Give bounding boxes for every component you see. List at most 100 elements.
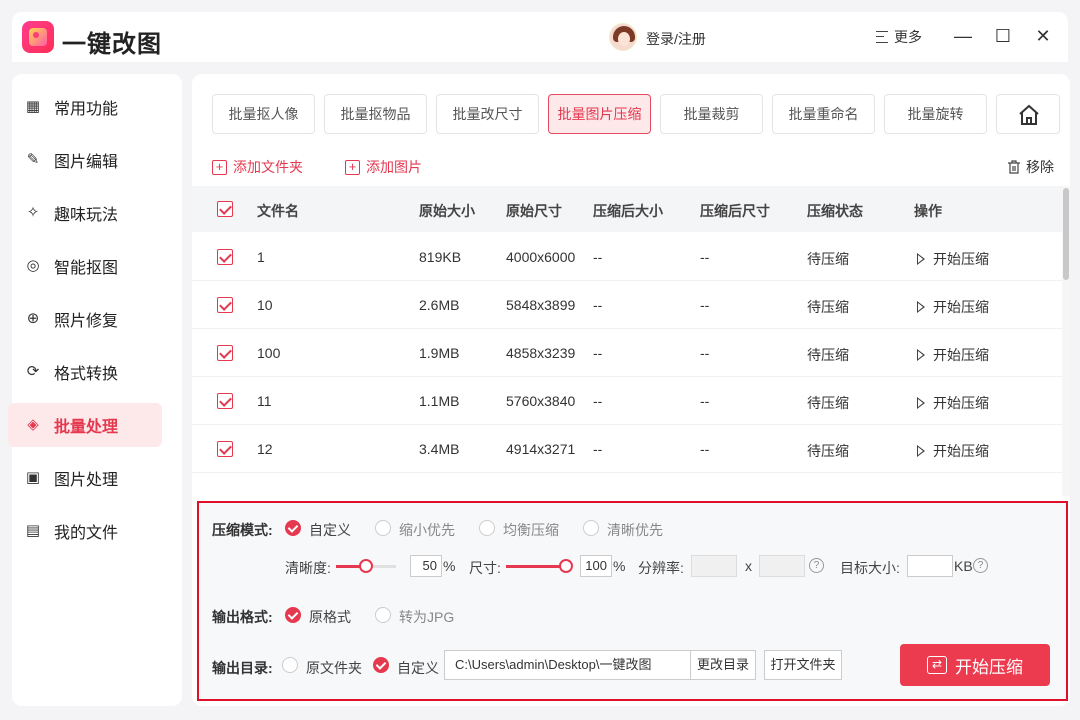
op-label: 开始压缩 — [933, 299, 989, 315]
play-icon — [917, 445, 925, 457]
col-filename: 文件名 — [257, 203, 299, 219]
convert-icon: ⟳ — [26, 363, 40, 380]
select-all-checkbox[interactable] — [217, 201, 233, 217]
cell-orig-size: 1.1MB — [419, 393, 460, 409]
close-button[interactable]: ✕ — [1031, 24, 1055, 48]
sidebar-item-label: 批量处理 — [54, 419, 119, 436]
cell-status: 待压缩 — [807, 299, 849, 315]
sidebar-item-batch[interactable]: ◈ 批量处理 — [8, 403, 162, 447]
mode-custom-label[interactable]: 自定义 — [309, 520, 351, 540]
resolution-help-icon[interactable]: ? — [809, 558, 824, 573]
tab-batch-rotate[interactable]: 批量旋转 — [884, 94, 987, 134]
sidebar-item-fun[interactable]: ✧ 趣味玩法 — [8, 191, 162, 235]
row-checkbox[interactable] — [217, 393, 233, 409]
mode-clarity-radio[interactable] — [583, 520, 599, 536]
tab-batch-resize[interactable]: 批量改尺寸 — [436, 94, 539, 134]
tab-batch-portrait[interactable]: 批量抠人像 — [212, 94, 315, 134]
maximize-button[interactable]: ☐ — [991, 24, 1015, 48]
start-compress-button[interactable]: ⇄ 开始压缩 — [900, 644, 1050, 686]
tab-batch-crop[interactable]: 批量裁剪 — [660, 94, 763, 134]
start-compress-row-button[interactable]: 开始压缩 — [917, 441, 989, 461]
sidebar-item-edit[interactable]: ✎ 图片编辑 — [8, 138, 162, 182]
play-icon — [917, 253, 925, 265]
dir-original-label[interactable]: 原文件夹 — [306, 658, 362, 678]
output-path-input[interactable]: C:\Users\admin\Desktop\一键改图 — [444, 650, 691, 680]
table-scroll-thumb[interactable] — [1063, 188, 1069, 280]
row-checkbox[interactable] — [217, 249, 233, 265]
cell-orig-dim: 5848x3899 — [506, 297, 576, 313]
mode-custom-radio[interactable] — [285, 520, 301, 536]
tab-batch-object[interactable]: 批量抠物品 — [324, 94, 427, 134]
sidebar-item-common[interactable]: ▦ 常用功能 — [8, 85, 162, 129]
file-icon: ▤ — [25, 522, 41, 539]
add-folder-button[interactable]: + 添加文件夹 — [212, 157, 303, 177]
format-jpg-label[interactable]: 转为JPG — [399, 607, 454, 627]
home-icon — [1019, 104, 1039, 125]
remove-button[interactable]: 移除 — [1006, 157, 1054, 177]
target-size-help-icon[interactable]: ? — [973, 558, 988, 573]
dir-custom-label[interactable]: 自定义 — [397, 658, 439, 678]
change-dir-button[interactable]: 更改目录 — [690, 650, 756, 680]
resolution-height-input[interactable] — [759, 555, 805, 577]
mode-balanced-label[interactable]: 均衡压缩 — [503, 520, 559, 540]
start-compress-row-button[interactable]: 开始压缩 — [917, 345, 989, 365]
plus-icon: + — [345, 159, 360, 175]
minimize-button[interactable]: — — [951, 24, 975, 48]
resolution-x: x — [745, 558, 752, 574]
format-original-label[interactable]: 原格式 — [309, 607, 351, 627]
size-slider-knob[interactable] — [559, 559, 573, 573]
start-compress-row-button[interactable]: 开始压缩 — [917, 393, 989, 413]
dir-original-radio[interactable] — [282, 657, 298, 673]
tab-batch-compress[interactable]: 批量图片压缩 — [548, 94, 651, 134]
play-icon — [917, 301, 925, 313]
sidebar-item-repair[interactable]: ⊕ 照片修复 — [8, 297, 162, 341]
mode-clarity-label[interactable]: 清晰优先 — [607, 520, 663, 540]
sidebar-item-label: 图片处理 — [54, 472, 119, 489]
open-folder-button[interactable]: 打开文件夹 — [764, 650, 842, 680]
add-folder-label: 添加文件夹 — [233, 159, 303, 175]
home-button[interactable] — [996, 94, 1060, 134]
target-icon: ◎ — [26, 257, 40, 274]
size-input[interactable]: 100 — [580, 555, 612, 577]
login-link[interactable]: 登录/注册 — [646, 29, 706, 49]
mode-smaller-label[interactable]: 缩小优先 — [399, 520, 455, 540]
sidebar-item-image[interactable]: ▣ 图片处理 — [8, 456, 162, 500]
tab-batch-rename[interactable]: 批量重命名 — [772, 94, 875, 134]
clarity-input[interactable]: 50 — [410, 555, 442, 577]
more-menu-button[interactable]: 更多 — [876, 27, 922, 47]
sidebar-item-label: 我的文件 — [54, 525, 119, 542]
sidebar-item-cutout[interactable]: ◎ 智能抠图 — [8, 244, 162, 288]
sidebar-item-files[interactable]: ▤ 我的文件 — [8, 509, 162, 553]
target-size-label: 目标大小: — [840, 560, 900, 576]
play-icon — [917, 397, 925, 409]
cell-orig-dim: 4858x3239 — [506, 345, 576, 361]
size-slider[interactable] — [506, 565, 566, 568]
clarity-slider-knob[interactable] — [359, 559, 373, 573]
sidebar-item-convert[interactable]: ⟳ 格式转换 — [8, 350, 162, 394]
add-image-label: 添加图片 — [366, 159, 422, 175]
format-jpg-radio[interactable] — [375, 607, 391, 623]
cell-filename: 12 — [257, 441, 273, 457]
cell-orig-size: 1.9MB — [419, 345, 460, 361]
clarity-percent: % — [443, 558, 456, 574]
repair-icon: ⊕ — [26, 310, 40, 327]
user-avatar[interactable] — [609, 23, 637, 51]
start-compress-row-button[interactable]: 开始压缩 — [917, 249, 989, 269]
format-original-radio[interactable] — [285, 607, 301, 623]
dir-custom-radio[interactable] — [373, 657, 389, 673]
col-orig-size: 原始大小 — [419, 203, 475, 219]
row-checkbox[interactable] — [217, 345, 233, 361]
start-compress-row-button[interactable]: 开始压缩 — [917, 297, 989, 317]
target-size-input[interactable] — [907, 555, 953, 577]
edit-icon: ✎ — [26, 151, 40, 168]
resolution-width-input[interactable] — [691, 555, 737, 577]
row-checkbox[interactable] — [217, 441, 233, 457]
cell-orig-dim: 4914x3271 — [506, 441, 576, 457]
mode-balanced-radio[interactable] — [479, 520, 495, 536]
size-percent: % — [613, 558, 626, 574]
image-icon: ▣ — [25, 469, 41, 486]
add-image-button[interactable]: + 添加图片 — [345, 157, 422, 177]
row-checkbox[interactable] — [217, 297, 233, 313]
col-comp-dim: 压缩后尺寸 — [700, 203, 770, 219]
mode-smaller-radio[interactable] — [375, 520, 391, 536]
